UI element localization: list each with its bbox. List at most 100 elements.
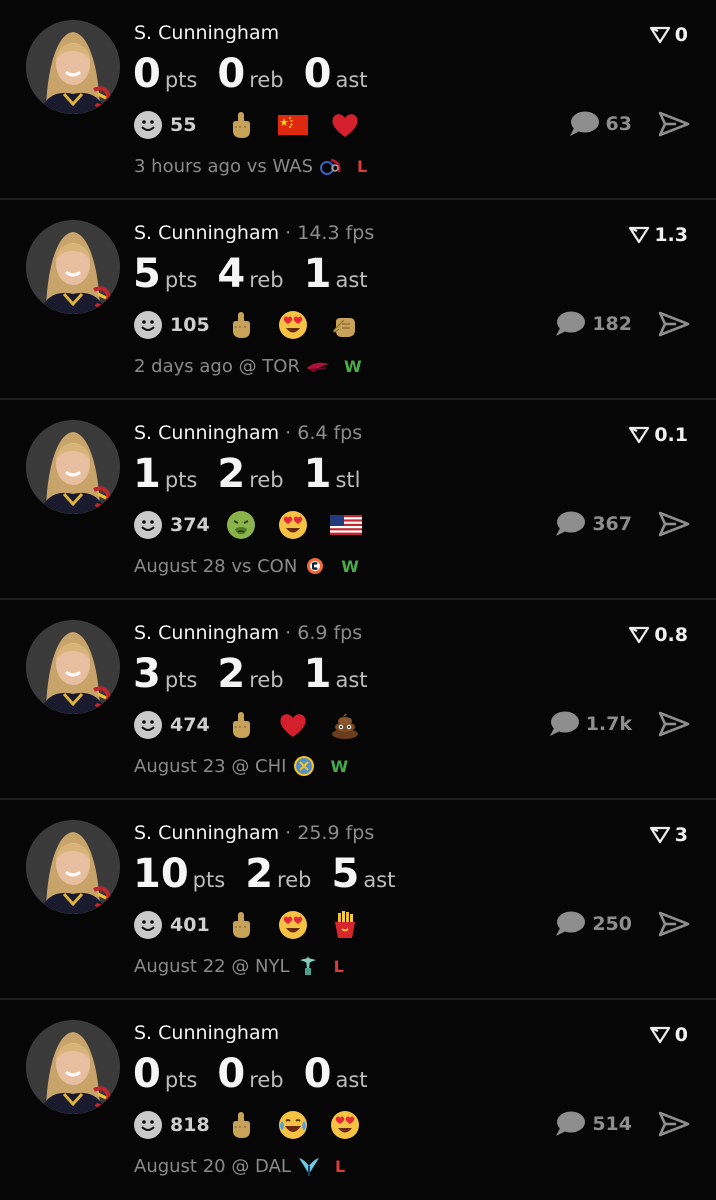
- add-reaction-smiley-icon[interactable]: [134, 911, 162, 939]
- fantasy-points: · 6.9 fps: [279, 622, 363, 644]
- middle-finger-icon[interactable]: [226, 310, 256, 340]
- fantasy-points: · 6.4 fps: [279, 422, 363, 444]
- share-arrow-icon[interactable]: [658, 1110, 690, 1138]
- score-value: 1.3: [654, 224, 688, 246]
- post-header: S. Cunningham: [134, 1022, 279, 1044]
- player-avatar[interactable]: [26, 820, 120, 914]
- post-score[interactable]: 3: [649, 824, 688, 846]
- player-name[interactable]: S. Cunningham: [134, 822, 279, 844]
- player-name[interactable]: S. Cunningham: [134, 422, 279, 444]
- share-arrow-icon[interactable]: [658, 710, 690, 738]
- comments-button[interactable]: 514: [554, 1110, 632, 1138]
- stat-pts: 5 pts: [133, 252, 197, 296]
- middle-finger-icon[interactable]: [226, 110, 256, 140]
- stat-label: pts: [164, 68, 198, 92]
- stat-label: reb: [249, 468, 284, 492]
- game-post-card-4[interactable]: S. Cunningham · 6.9 fps 3 pts 2 reb 1 ast 474…: [0, 600, 716, 800]
- comment-count: 514: [592, 1113, 632, 1135]
- game-post-card-5[interactable]: S. Cunningham · 25.9 fps 10 pts 2 reb 5 ast 4…: [0, 800, 716, 1000]
- stat-reb: 2 reb: [217, 452, 283, 496]
- share-arrow-icon[interactable]: [658, 110, 690, 138]
- comments-button[interactable]: 367: [554, 510, 632, 538]
- game-post-card-6[interactable]: S. Cunningham 0 pts 0 reb 0 ast 818 August 20…: [0, 1000, 716, 1200]
- reactions-bar: 474: [134, 708, 382, 742]
- add-reaction-smiley-icon[interactable]: [134, 111, 162, 139]
- post-header: S. Cunningham: [134, 22, 279, 44]
- post-score[interactable]: 0.1: [628, 424, 688, 446]
- china-flag-icon[interactable]: [278, 110, 308, 140]
- score-value: 3: [674, 824, 688, 846]
- stat-stl: 1 stl: [304, 452, 361, 496]
- stat-reb: 4 reb: [217, 252, 283, 296]
- heart-eyes-icon[interactable]: [278, 910, 308, 940]
- middle-finger-icon[interactable]: [226, 1110, 256, 1140]
- game-result: W: [330, 756, 349, 776]
- stat-reb: 0 reb: [217, 52, 283, 96]
- post-score[interactable]: 0: [649, 1024, 688, 1046]
- add-reaction-smiley-icon[interactable]: [134, 511, 162, 539]
- game-post-card-2[interactable]: S. Cunningham · 14.3 fps 5 pts 4 reb 1 ast 10…: [0, 200, 716, 400]
- stat-label: pts: [164, 268, 198, 292]
- red-heart-icon[interactable]: [330, 110, 360, 140]
- stat-label: ast: [335, 68, 368, 92]
- post-score[interactable]: 0.8: [628, 624, 688, 646]
- game-result: L: [334, 1156, 346, 1176]
- player-avatar[interactable]: [26, 20, 120, 114]
- stat-value: 0: [133, 1051, 161, 1097]
- add-reaction-smiley-icon[interactable]: [134, 1111, 162, 1139]
- stat-label: ast: [335, 668, 368, 692]
- game-time-venue: August 22 @ NYL: [134, 955, 290, 977]
- player-name[interactable]: S. Cunningham: [134, 1022, 279, 1044]
- usa-flag-icon[interactable]: [330, 510, 362, 540]
- stat-ast: 5 ast: [331, 852, 395, 896]
- red-heart-icon[interactable]: [278, 710, 308, 740]
- comments-button[interactable]: 182: [554, 310, 632, 338]
- player-name[interactable]: S. Cunningham: [134, 622, 279, 644]
- heart-eyes-icon[interactable]: [278, 310, 308, 340]
- share-arrow-icon[interactable]: [658, 310, 690, 338]
- sky-logo-icon: [292, 754, 316, 778]
- share-arrow-icon[interactable]: [658, 910, 690, 938]
- game-time-venue: 3 hours ago vs WAS: [134, 155, 313, 177]
- player-name[interactable]: S. Cunningham: [134, 222, 279, 244]
- stat-ast: 1 ast: [304, 652, 368, 696]
- stat-label: stl: [335, 468, 361, 492]
- share-arrow-icon[interactable]: [658, 510, 690, 538]
- stat-value: 4: [217, 251, 246, 297]
- score-value: 0: [674, 1024, 688, 1046]
- crying-laughing-icon[interactable]: [278, 1110, 308, 1140]
- game-result: L: [333, 956, 344, 976]
- comments-button[interactable]: 250: [554, 910, 632, 938]
- heart-eyes-icon[interactable]: [330, 1110, 360, 1140]
- stat-value: 0: [303, 51, 332, 97]
- stat-value: 2: [217, 651, 246, 697]
- poop-icon[interactable]: [330, 710, 360, 740]
- middle-finger-icon[interactable]: [226, 910, 256, 940]
- reaction-count: 105: [170, 314, 210, 336]
- game-info: August 20 @ DAL L: [134, 1154, 345, 1178]
- sun-logo-icon: [303, 554, 327, 578]
- fries-icon[interactable]: [330, 910, 360, 940]
- tempo-logo-icon: [306, 354, 330, 378]
- nauseated-face-icon[interactable]: [226, 510, 256, 540]
- game-post-card-3[interactable]: S. Cunningham · 6.4 fps 1 pts 2 reb 1 stl 374…: [0, 400, 716, 600]
- post-score[interactable]: 0: [649, 24, 688, 46]
- player-avatar[interactable]: [26, 620, 120, 714]
- player-avatar[interactable]: [26, 420, 120, 514]
- post-header: S. Cunningham · 6.9 fps: [134, 622, 362, 644]
- stat-line: 5 pts 4 reb 1 ast: [133, 252, 388, 296]
- game-post-card-1[interactable]: S. Cunningham 0 pts 0 reb 0 ast 55 3 hours ag…: [0, 0, 716, 200]
- comments-button[interactable]: 63: [568, 110, 632, 138]
- player-name[interactable]: S. Cunningham: [134, 22, 279, 44]
- player-avatar[interactable]: [26, 1020, 120, 1114]
- comments-button[interactable]: 1.7k: [548, 710, 632, 738]
- middle-finger-icon[interactable]: [226, 710, 256, 740]
- stat-pts: 10 pts: [133, 852, 225, 896]
- add-reaction-smiley-icon[interactable]: [134, 311, 162, 339]
- add-reaction-smiley-icon[interactable]: [134, 711, 162, 739]
- player-avatar[interactable]: [26, 220, 120, 314]
- post-score[interactable]: 1.3: [628, 224, 688, 246]
- heart-eyes-icon[interactable]: [278, 510, 308, 540]
- vote-icon: [629, 226, 650, 244]
- pointing-hand-icon[interactable]: [330, 310, 360, 340]
